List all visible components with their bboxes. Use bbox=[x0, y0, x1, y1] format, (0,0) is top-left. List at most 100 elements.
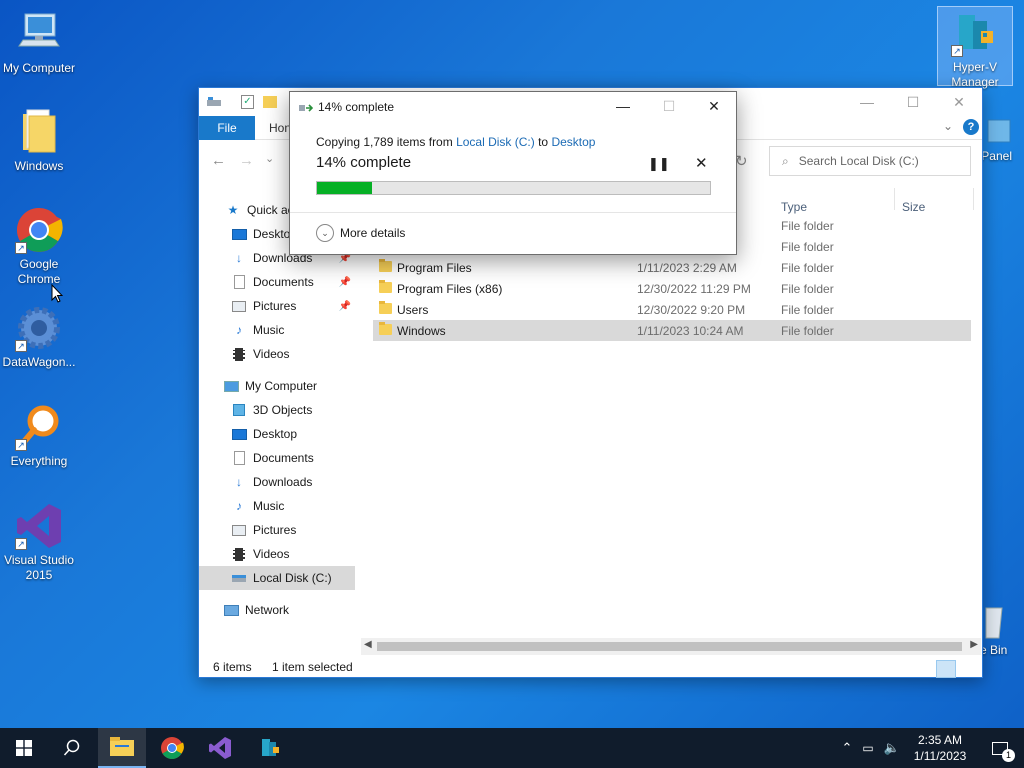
nav-pictures[interactable]: Pictures bbox=[199, 518, 355, 542]
nav-quick-pictures[interactable]: Pictures 📌 bbox=[199, 294, 355, 318]
taskbar-chrome[interactable] bbox=[148, 728, 196, 768]
taskbar-visual-studio[interactable] bbox=[196, 728, 244, 768]
window-controls: — ☐ ✕ bbox=[844, 88, 982, 116]
search-icon bbox=[63, 739, 80, 756]
music-note-icon: ♪ bbox=[236, 499, 242, 513]
nav-downloads[interactable]: ↓ Downloads bbox=[199, 470, 355, 494]
nav-network[interactable]: Network bbox=[199, 598, 355, 622]
nav-my-computer[interactable]: My Computer bbox=[199, 374, 355, 398]
nav-label: Documents bbox=[253, 451, 314, 465]
system-tray: ⌃ ▭ 🔈 bbox=[838, 728, 904, 768]
recent-chevron-icon[interactable]: ⌄ bbox=[265, 152, 274, 165]
minimize-button[interactable]: — bbox=[600, 92, 646, 120]
file-date: 12/30/2022 9:20 PM bbox=[637, 303, 746, 317]
notification-icon: 1 bbox=[992, 741, 1015, 762]
scrollbar-thumb[interactable] bbox=[377, 642, 962, 651]
selection-count: 1 item selected bbox=[272, 660, 353, 674]
file-row[interactable]: Program Files 1/11/2023 2:29 AM File fol… bbox=[373, 257, 971, 278]
nav-desktop[interactable]: Desktop bbox=[199, 422, 355, 446]
status-bar: 6 items 1 item selected bbox=[199, 656, 982, 678]
back-arrow-icon[interactable]: ← bbox=[211, 152, 226, 169]
file-name: Program Files bbox=[397, 261, 472, 275]
properties-icon[interactable]: ✓ bbox=[241, 95, 254, 109]
nav-local-disk[interactable]: Local Disk (C:) bbox=[199, 566, 355, 590]
cancel-button[interactable]: ✕ bbox=[695, 154, 708, 172]
minimize-button[interactable]: — bbox=[844, 88, 890, 116]
large-icons-view-icon[interactable] bbox=[959, 660, 979, 678]
file-explorer-icon bbox=[110, 737, 134, 756]
desktop-icon-windows-folder[interactable]: Windows bbox=[1, 108, 77, 174]
desktop-icon-label: Google Chrome bbox=[17, 257, 61, 286]
file-type: File folder bbox=[781, 303, 834, 317]
nav-quick-documents[interactable]: Documents 📌 bbox=[199, 270, 355, 294]
nav-music[interactable]: ♪ Music bbox=[199, 494, 355, 518]
tab-file[interactable]: File bbox=[199, 116, 255, 140]
nav-label: Downloads bbox=[253, 475, 313, 489]
close-button[interactable]: ✕ bbox=[936, 88, 982, 116]
desktop-icon-my-computer[interactable]: My Computer bbox=[1, 10, 77, 76]
desktop-icon-google-chrome[interactable]: ↗ Google Chrome bbox=[1, 206, 77, 287]
cube-icon bbox=[231, 403, 247, 417]
start-button[interactable] bbox=[0, 728, 48, 768]
pause-button[interactable]: ❚❚ bbox=[648, 156, 670, 172]
nav-documents[interactable]: Documents bbox=[199, 446, 355, 470]
chevron-down-icon[interactable]: ⌄ bbox=[943, 119, 953, 133]
nav-quick-videos[interactable]: Videos bbox=[199, 342, 355, 366]
destination-link[interactable]: Desktop bbox=[551, 135, 595, 149]
close-button[interactable]: ✕ bbox=[691, 92, 737, 120]
desktop-icon-label: Visual Studio 2015 bbox=[4, 553, 74, 582]
chevron-down-icon: ⌄ bbox=[316, 224, 334, 242]
document-icon bbox=[231, 275, 247, 289]
taskbar-file-explorer[interactable] bbox=[98, 728, 146, 768]
source-link[interactable]: Local Disk (C:) bbox=[456, 135, 535, 149]
copy-description: Copying 1,789 items from Local Disk (C:)… bbox=[316, 135, 595, 149]
desktop-icon-datawagon[interactable]: ↗ DataWagon... bbox=[1, 304, 77, 370]
search-input[interactable]: ⌕ Search Local Disk (C:) bbox=[769, 146, 971, 176]
forward-arrow-icon[interactable]: → bbox=[239, 152, 254, 169]
nav-label: Documents bbox=[253, 275, 314, 289]
search-button[interactable] bbox=[48, 728, 96, 768]
file-row-selected[interactable]: Windows 1/11/2023 10:24 AM File folder bbox=[373, 320, 971, 341]
maximize-button[interactable]: ☐ bbox=[890, 88, 936, 116]
nav-3d-objects[interactable]: 3D Objects bbox=[199, 398, 355, 422]
folder-icon bbox=[379, 322, 392, 335]
drive-icon bbox=[207, 96, 221, 108]
column-divider[interactable] bbox=[894, 188, 895, 210]
network-icon[interactable]: ▭ bbox=[856, 741, 880, 755]
clock[interactable]: 2:35 AM 1/11/2023 bbox=[906, 732, 974, 764]
scroll-right-icon[interactable]: ▶ bbox=[970, 639, 978, 650]
volume-icon[interactable]: 🔈 bbox=[880, 740, 904, 756]
more-details-toggle[interactable]: ⌄ More details bbox=[316, 224, 405, 242]
pin-icon[interactable]: 📌 bbox=[339, 301, 351, 312]
tab-home[interactable]: Hon bbox=[269, 121, 291, 135]
shortcut-arrow-icon: ↗ bbox=[15, 538, 27, 550]
nav-videos[interactable]: Videos bbox=[199, 542, 355, 566]
copy-progress-dialog[interactable]: 14% complete — ☐ ✕ Copying 1,789 items f… bbox=[289, 91, 737, 255]
column-divider[interactable] bbox=[973, 188, 974, 210]
chevron-up-icon[interactable]: ⌃ bbox=[838, 740, 856, 756]
details-view-icon[interactable] bbox=[936, 660, 956, 678]
desktop-icon-label: e Bin bbox=[980, 643, 1008, 657]
dialog-title: 14% complete bbox=[318, 100, 395, 114]
nav-label: Local Disk (C:) bbox=[253, 571, 332, 585]
folder-icon bbox=[379, 259, 392, 272]
network-icon bbox=[223, 603, 239, 617]
help-icon[interactable]: ? bbox=[963, 119, 979, 135]
new-folder-icon[interactable] bbox=[263, 96, 277, 108]
desktop-icon-hyper-v-manager[interactable]: ↗ Hyper-V Manager bbox=[937, 6, 1013, 89]
nav-label: Quick ac bbox=[247, 203, 294, 217]
file-row[interactable]: Users 12/30/2022 9:20 PM File folder bbox=[373, 299, 971, 320]
file-row[interactable]: Program Files (x86) 12/30/2022 11:29 PM … bbox=[373, 278, 971, 299]
scroll-left-icon[interactable]: ◀ bbox=[364, 639, 372, 650]
nav-quick-music[interactable]: ♪ Music bbox=[199, 318, 355, 342]
nav-label: Music bbox=[253, 499, 285, 513]
desktop-icon-visual-studio[interactable]: ↗ Visual Studio 2015 bbox=[1, 502, 77, 583]
desktop-icon-everything[interactable]: ↗ Everything bbox=[1, 403, 77, 469]
horizontal-scrollbar[interactable]: ◀ ▶ bbox=[361, 638, 981, 655]
action-center-button[interactable]: 1 bbox=[976, 728, 1024, 768]
desktop-icon-recycle-bin-partial[interactable]: e Bin bbox=[980, 604, 1024, 658]
search-icon: ⌕ bbox=[782, 153, 789, 168]
pin-icon[interactable]: 📌 bbox=[339, 277, 351, 288]
taskbar-hyper-v[interactable] bbox=[246, 728, 294, 768]
download-arrow-icon: ↓ bbox=[236, 251, 242, 265]
